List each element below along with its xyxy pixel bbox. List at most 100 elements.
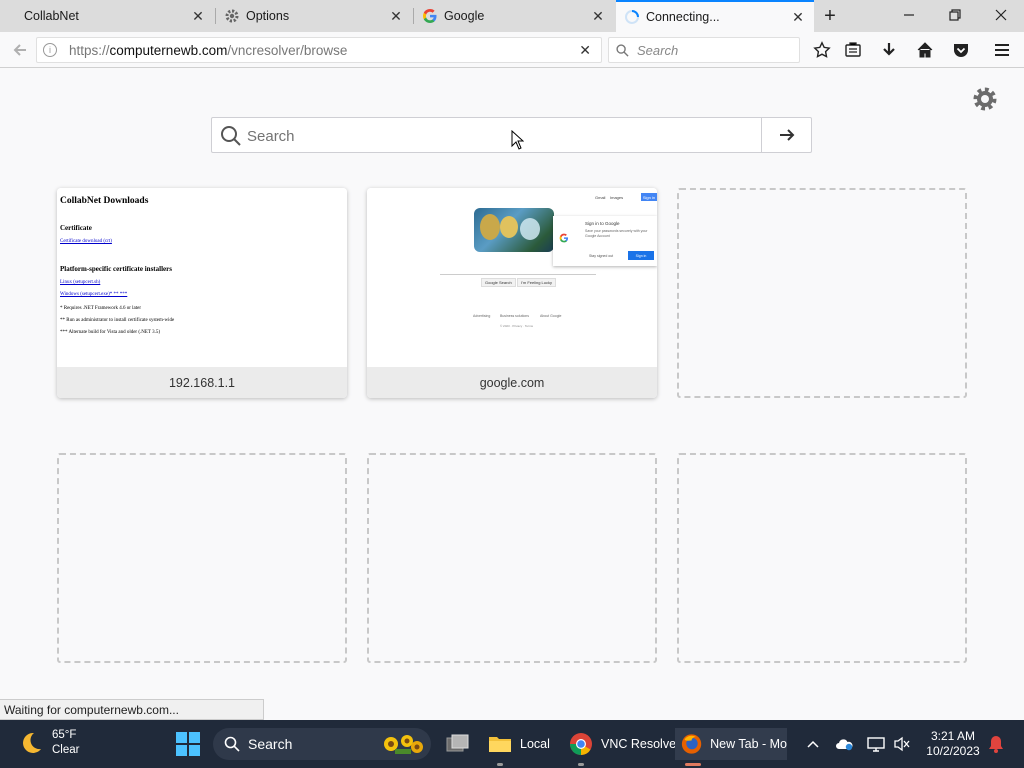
empty-tile-placeholder bbox=[57, 453, 347, 663]
reading-list-icon[interactable] bbox=[843, 40, 863, 60]
taskbar-app-label: New Tab - Mo bbox=[710, 737, 787, 751]
thumb-link: Windows (setupcert.exe)* ** *** bbox=[60, 292, 128, 297]
settings-gear-icon[interactable] bbox=[970, 84, 1000, 114]
empty-tile-placeholder bbox=[677, 188, 967, 398]
tile-caption: 192.168.1.1 bbox=[57, 367, 347, 398]
task-view-button[interactable] bbox=[444, 728, 470, 760]
tab-options[interactable]: Options ✕ bbox=[216, 0, 412, 32]
status-bar: Waiting for computernewb.com... bbox=[0, 699, 264, 720]
taskbar-app-label: VNC Resolver bbox=[601, 737, 681, 751]
thumb-search-button: Google Search bbox=[481, 278, 516, 287]
search-placeholder: Search bbox=[637, 42, 679, 58]
thumb-footer-link: Advertising bbox=[473, 314, 491, 318]
tab-label: Connecting... bbox=[646, 10, 720, 24]
notification-bell-icon[interactable] bbox=[986, 734, 1006, 754]
url-scheme: https:// bbox=[69, 42, 110, 58]
thumb-lucky-button: I'm Feeling Lucky bbox=[517, 278, 556, 287]
tab-label: CollabNet bbox=[24, 9, 79, 23]
google-g-icon bbox=[559, 232, 569, 243]
speaker-muted-icon[interactable] bbox=[892, 734, 912, 754]
thumb-note: ** Run as administrator to install certi… bbox=[60, 318, 175, 323]
taskbar-app-explorer[interactable]: Local bbox=[488, 728, 550, 760]
arrow-right-icon bbox=[779, 129, 794, 141]
thumb-popup-signin: Sign in bbox=[628, 251, 654, 260]
search-icon bbox=[616, 43, 629, 57]
tab-collabnet[interactable]: CollabNet ✕ bbox=[0, 0, 214, 32]
taskbar-search[interactable]: Search bbox=[213, 728, 431, 760]
home-icon[interactable] bbox=[915, 40, 935, 60]
close-icon[interactable]: ✕ bbox=[590, 8, 606, 24]
url-domain: computernewb.com bbox=[109, 42, 228, 58]
active-indicator bbox=[685, 763, 701, 766]
tab-strip: CollabNet ✕ Options ✕ Google ✕ Connectin… bbox=[0, 0, 1024, 32]
thumb-title: CollabNet Downloads bbox=[60, 196, 149, 206]
thumb-note: * Requires .NET Framework 4.6 or later bbox=[60, 306, 141, 311]
thumb-link: Certificate download (crt) bbox=[60, 239, 112, 244]
taskbar-app-chrome[interactable]: VNC Resolver bbox=[569, 728, 680, 760]
thumb-link: Linux (setupcert.sh) bbox=[60, 280, 101, 285]
taskbar-search-label: Search bbox=[248, 736, 293, 752]
thumb-footer-small: © 2023 · Privacy · Terms bbox=[500, 324, 533, 328]
menu-icon[interactable] bbox=[992, 40, 1012, 60]
navigation-bar: i https://computernewb.com/vncresolver/b… bbox=[0, 32, 1024, 68]
onedrive-icon[interactable] bbox=[834, 734, 854, 754]
url-bar[interactable]: i https://computernewb.com/vncresolver/b… bbox=[36, 37, 602, 63]
top-site-tile[interactable]: CollabNet Downloads Certificate Certific… bbox=[57, 188, 347, 398]
thumb-heading: Certificate bbox=[60, 224, 92, 232]
stop-icon[interactable]: ✕ bbox=[579, 42, 591, 59]
google-doodle-image bbox=[474, 208, 554, 252]
minimize-button[interactable] bbox=[886, 0, 932, 30]
back-button[interactable] bbox=[8, 38, 32, 62]
thumb-footer-link: About Google bbox=[540, 314, 562, 318]
empty-tile-placeholder bbox=[677, 453, 967, 663]
clock-date: 10/2/2023 bbox=[926, 744, 980, 758]
chrome-icon bbox=[570, 733, 592, 755]
clock-time: 3:21 AM bbox=[930, 729, 976, 743]
close-icon[interactable]: ✕ bbox=[790, 9, 806, 25]
close-window-button[interactable] bbox=[978, 0, 1024, 30]
star-icon[interactable] bbox=[812, 40, 832, 60]
tile-thumbnail: Gmail Images Sign in Sign in to Google S… bbox=[367, 188, 657, 367]
thumb-signin-button: Sign in bbox=[641, 193, 657, 201]
thumb-popup-text: Save your passwords securely with your G… bbox=[585, 229, 648, 238]
thumb-top-link: Gmail bbox=[595, 195, 606, 200]
browser-search-input[interactable]: Search bbox=[608, 37, 800, 63]
chevron-up-icon[interactable] bbox=[803, 734, 823, 754]
weather-temp: 65°F bbox=[52, 729, 77, 741]
restore-button[interactable] bbox=[932, 0, 978, 30]
thumb-note: *** Alternate build for Vista and older … bbox=[60, 330, 161, 335]
weather-widget[interactable]: 65°F Clear bbox=[18, 728, 79, 758]
search-go-button[interactable] bbox=[761, 118, 811, 152]
close-icon[interactable]: ✕ bbox=[388, 8, 404, 24]
tab-label: Options bbox=[246, 9, 290, 23]
thumb-popup-stay: Stay signed out bbox=[589, 254, 614, 258]
empty-tile-placeholder bbox=[367, 453, 657, 663]
info-icon[interactable]: i bbox=[43, 43, 57, 57]
download-icon[interactable] bbox=[879, 40, 899, 60]
windows-start-icon[interactable] bbox=[176, 732, 200, 756]
weather-condition: Clear bbox=[52, 744, 80, 756]
search-icon bbox=[220, 125, 242, 150]
close-icon[interactable]: ✕ bbox=[190, 8, 206, 24]
search-placeholder: Search bbox=[247, 128, 295, 145]
moon-icon bbox=[23, 732, 41, 753]
new-tab-button[interactable]: + bbox=[818, 4, 842, 28]
running-indicator bbox=[497, 763, 503, 766]
tile-thumbnail: CollabNet Downloads Certificate Certific… bbox=[57, 188, 347, 367]
tab-label: Google bbox=[444, 9, 485, 23]
thumb-top-link: Images bbox=[610, 195, 624, 200]
pocket-icon[interactable] bbox=[951, 40, 971, 60]
taskbar-app-label: Local bbox=[520, 737, 550, 751]
system-clock[interactable]: 3:21 AM 10/2/2023 bbox=[918, 729, 988, 759]
mouse-cursor-icon bbox=[511, 130, 524, 150]
task-view-icon bbox=[446, 734, 469, 752]
tab-connecting[interactable]: Connecting... ✕ bbox=[616, 0, 814, 32]
thumb-searchbox bbox=[440, 274, 596, 275]
google-g-icon bbox=[422, 8, 438, 24]
tab-google[interactable]: Google ✕ bbox=[414, 0, 614, 32]
taskbar-app-firefox[interactable]: New Tab - Mo bbox=[675, 728, 787, 760]
display-icon[interactable] bbox=[866, 734, 886, 754]
top-site-tile[interactable]: Gmail Images Sign in Sign in to Google S… bbox=[367, 188, 657, 398]
taskbar: 65°F Clear Search Local VNC Resolver New… bbox=[0, 720, 1024, 768]
arrow-left-icon bbox=[13, 44, 26, 56]
